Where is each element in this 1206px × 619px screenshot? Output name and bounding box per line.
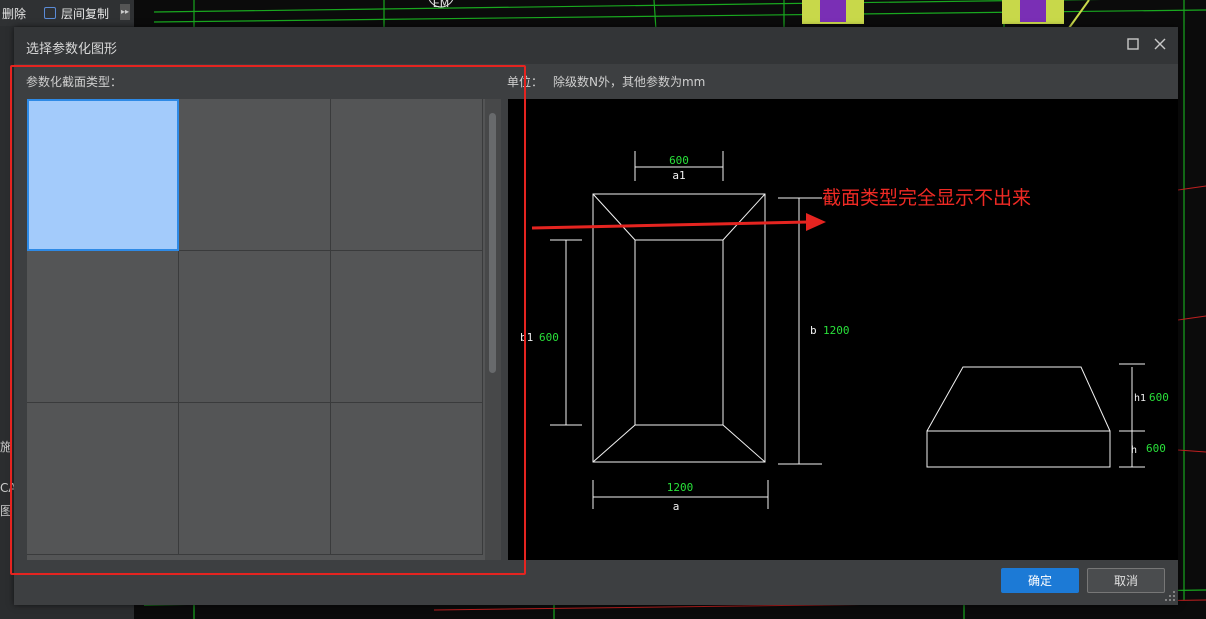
ok-button[interactable]: 确定 bbox=[1001, 568, 1079, 593]
floor-copy-icon bbox=[44, 7, 57, 19]
side-panel-text-fragment: 图 bbox=[0, 504, 13, 518]
resize-grip-icon[interactable] bbox=[1164, 590, 1176, 602]
section-type-label: 参数化截面类型： bbox=[26, 75, 123, 89]
cad-axis-marker: EM bbox=[433, 0, 449, 10]
maximize-icon[interactable] bbox=[1125, 36, 1141, 52]
section-type-thumbnail[interactable] bbox=[179, 99, 331, 251]
side-panel-text-fragment: 施 bbox=[0, 440, 13, 454]
dim-h-label: h bbox=[1131, 445, 1137, 456]
annotation-text: 截面类型完全显示不出来 bbox=[822, 187, 1032, 209]
dim-h-value: 600 bbox=[1146, 442, 1166, 455]
dim-a-label: a bbox=[673, 500, 680, 513]
dim-b-value: 1200 bbox=[823, 324, 850, 337]
expand-toolbar-icon[interactable]: ▸▸ bbox=[120, 4, 130, 20]
dialog-title-bar[interactable]: 选择参数化图形 bbox=[14, 27, 1178, 64]
dialog-title: 选择参数化图形 bbox=[26, 42, 118, 57]
section-type-thumbnail[interactable] bbox=[179, 251, 331, 403]
unit-note: 除级数N外，其他参数为mm bbox=[553, 75, 706, 89]
floor-copy-tool[interactable]: 层间复制 bbox=[61, 5, 109, 22]
section-type-thumbnail[interactable] bbox=[331, 251, 483, 403]
delete-tool[interactable]: 删除 bbox=[2, 5, 26, 22]
section-type-thumbnail[interactable] bbox=[331, 99, 483, 251]
cancel-button[interactable]: 取消 bbox=[1087, 568, 1165, 593]
select-parametric-shape-dialog: 选择参数化图形 参数化截面类型： 单位： 除级数N外，其他参数为mm 600 a… bbox=[10, 27, 1178, 605]
dim-h1-label: h1 bbox=[1134, 393, 1146, 404]
section-type-thumbnail[interactable] bbox=[179, 403, 331, 555]
dim-a1-value: 600 bbox=[669, 154, 689, 167]
section-type-grid bbox=[27, 99, 485, 560]
close-icon[interactable] bbox=[1152, 36, 1168, 52]
section-type-thumbnail[interactable] bbox=[27, 403, 179, 555]
dim-b-label: b bbox=[810, 324, 817, 337]
dim-a1-label: a1 bbox=[672, 169, 685, 182]
background-toolbar: 删除 层间复制 ▸▸ bbox=[0, 0, 134, 27]
section-type-thumbnail[interactable] bbox=[331, 403, 483, 555]
section-type-thumbnail-selected[interactable] bbox=[27, 99, 179, 251]
section-type-thumbnail[interactable] bbox=[27, 251, 179, 403]
dim-h1-value: 600 bbox=[1149, 391, 1169, 404]
shape-preview-drawing: 600 a1 b1 600 b 1200 1200 a h1 600 h 600 bbox=[508, 99, 1178, 560]
unit-label: 单位： bbox=[507, 75, 544, 89]
grid-scrollbar[interactable] bbox=[485, 99, 501, 560]
dim-a-value: 1200 bbox=[667, 481, 694, 494]
scrollbar-thumb[interactable] bbox=[489, 113, 496, 373]
unit-info: 单位： 除级数N外，其他参数为mm bbox=[507, 73, 715, 90]
dim-b1-label: b1 bbox=[520, 331, 533, 344]
dim-b1-value: 600 bbox=[539, 331, 559, 344]
